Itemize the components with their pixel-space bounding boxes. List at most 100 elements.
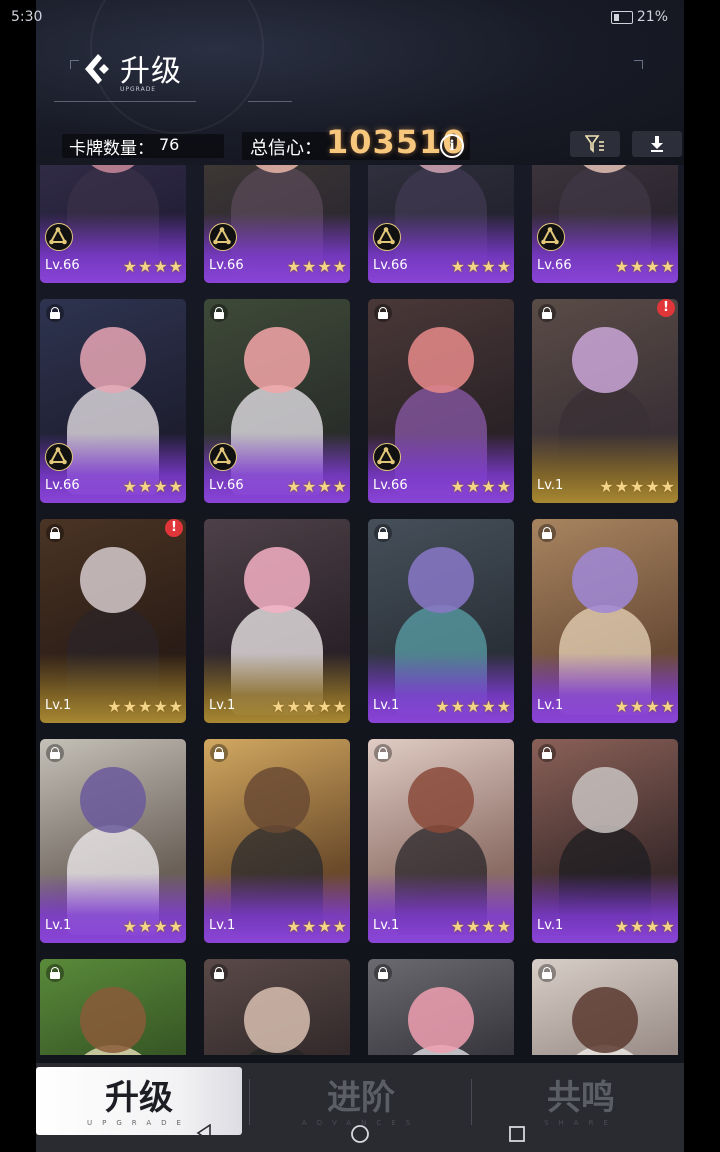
star-icon: ★	[496, 697, 511, 716]
card-art-head	[572, 767, 638, 833]
character-card[interactable]: Lv.1 ★ ★ ★ ★	[40, 739, 186, 943]
character-card[interactable]: Lv.66 ★ ★ ★ ★	[368, 165, 514, 283]
character-card[interactable]: Lv.1 ★ ★ ★ ★	[532, 519, 678, 723]
star-icon: ★	[465, 257, 481, 276]
page-title: 升级	[120, 54, 182, 89]
lock-icon[interactable]	[46, 744, 64, 762]
lock-icon[interactable]	[538, 964, 556, 982]
lock-icon[interactable]	[210, 304, 228, 322]
star-icon: ★	[301, 917, 317, 936]
card-stars: ★ ★ ★ ★	[451, 919, 511, 935]
lock-icon[interactable]	[374, 744, 392, 762]
character-card[interactable]	[204, 959, 350, 1055]
system-back-icon[interactable]	[196, 1124, 212, 1142]
character-card[interactable]: Lv.66 ★ ★ ★ ★	[368, 299, 514, 503]
character-card[interactable]: Lv.66 ★ ★ ★ ★	[532, 165, 678, 283]
status-bar: 5:30 21%	[0, 0, 684, 36]
character-card[interactable]: Lv.66 ★ ★ ★ ★	[40, 165, 186, 283]
character-card[interactable]: Lv.66 ★ ★ ★ ★	[204, 299, 350, 503]
character-card[interactable]: ! Lv.1 ★ ★ ★ ★ ★	[40, 519, 186, 723]
star-icon: ★	[660, 477, 675, 496]
bond-badge-icon	[209, 443, 237, 471]
star-icon: ★	[286, 477, 301, 496]
star-icon: ★	[629, 257, 645, 276]
tab-share[interactable]: 共鸣 SHARE	[478, 1067, 684, 1135]
star-icon: ★	[599, 477, 614, 496]
character-card[interactable]	[40, 959, 186, 1055]
character-card[interactable]	[368, 959, 514, 1055]
lock-icon[interactable]	[374, 304, 392, 322]
character-card[interactable]: Lv.1 ★ ★ ★ ★	[368, 739, 514, 943]
lock-icon[interactable]	[46, 964, 64, 982]
character-card[interactable]: Lv.1 ★ ★ ★ ★ ★	[204, 519, 350, 723]
trust-label: 总信心：	[250, 138, 322, 159]
card-stars: ★ ★ ★ ★	[615, 699, 675, 715]
system-home-icon[interactable]	[350, 1124, 370, 1144]
card-stars: ★ ★ ★ ★ ★	[599, 479, 675, 495]
lock-icon[interactable]	[210, 744, 228, 762]
star-icon: ★	[660, 257, 675, 276]
card-art-head	[408, 547, 474, 613]
filter-button[interactable]	[570, 131, 620, 157]
card-art-head	[572, 987, 638, 1053]
card-stars: ★ ★ ★ ★	[123, 479, 183, 495]
character-card[interactable]	[532, 959, 678, 1055]
left-letterbox	[0, 0, 36, 1152]
star-icon: ★	[168, 477, 183, 496]
card-level: Lv.66	[209, 478, 244, 493]
star-icon: ★	[481, 477, 496, 496]
star-icon: ★	[332, 697, 347, 716]
card-stars: ★ ★ ★ ★	[123, 259, 183, 275]
lock-icon[interactable]	[374, 524, 392, 542]
star-icon: ★	[332, 917, 347, 936]
star-icon: ★	[107, 697, 122, 716]
lock-icon[interactable]	[538, 304, 556, 322]
character-card[interactable]: ! Lv.1 ★ ★ ★ ★ ★	[532, 299, 678, 503]
battery-indicator: 21%	[610, 9, 668, 25]
card-stars: ★ ★ ★ ★	[615, 259, 675, 275]
card-level: Lv.1	[209, 698, 236, 713]
star-icon: ★	[481, 697, 496, 716]
star-icon: ★	[629, 697, 645, 716]
star-icon: ★	[137, 917, 153, 936]
download-button[interactable]	[632, 131, 682, 157]
star-icon: ★	[660, 917, 675, 936]
tab-share-label: 共鸣	[547, 1078, 615, 1118]
star-icon: ★	[332, 477, 347, 496]
lock-icon[interactable]	[538, 524, 556, 542]
bond-badge-icon	[45, 223, 73, 251]
lock-icon[interactable]	[538, 744, 556, 762]
card-level: Lv.1	[45, 698, 72, 713]
info-icon[interactable]: i	[440, 134, 464, 158]
character-card[interactable]: Lv.66 ★ ★ ★ ★	[40, 299, 186, 503]
character-card[interactable]: Lv.66 ★ ★ ★ ★	[204, 165, 350, 283]
card-art-head	[408, 987, 474, 1053]
lock-icon[interactable]	[46, 524, 64, 542]
lock-icon[interactable]	[374, 964, 392, 982]
star-icon: ★	[332, 257, 347, 276]
download-icon	[651, 136, 663, 152]
right-letterbox	[684, 0, 720, 1152]
star-icon: ★	[122, 477, 137, 496]
star-icon: ★	[450, 477, 465, 496]
lock-icon[interactable]	[46, 304, 64, 322]
star-icon: ★	[450, 917, 465, 936]
star-icon: ★	[301, 477, 317, 496]
card-level: Lv.1	[537, 478, 564, 493]
star-icon: ★	[465, 477, 481, 496]
character-card[interactable]: Lv.1 ★ ★ ★ ★	[532, 739, 678, 943]
star-icon: ★	[122, 917, 137, 936]
card-art-head	[408, 327, 474, 393]
star-icon: ★	[614, 477, 629, 496]
lock-icon[interactable]	[210, 964, 228, 982]
system-recents-icon[interactable]	[509, 1126, 525, 1142]
card-stars: ★ ★ ★ ★	[287, 259, 347, 275]
star-icon: ★	[496, 917, 511, 936]
character-card[interactable]: Lv.1 ★ ★ ★ ★	[204, 739, 350, 943]
character-card[interactable]: Lv.1 ★ ★ ★ ★ ★	[368, 519, 514, 723]
star-icon: ★	[153, 917, 168, 936]
back-chevron-icon[interactable]	[82, 52, 112, 86]
star-icon: ★	[481, 257, 496, 276]
card-art-head	[80, 547, 146, 613]
star-icon: ★	[465, 917, 481, 936]
